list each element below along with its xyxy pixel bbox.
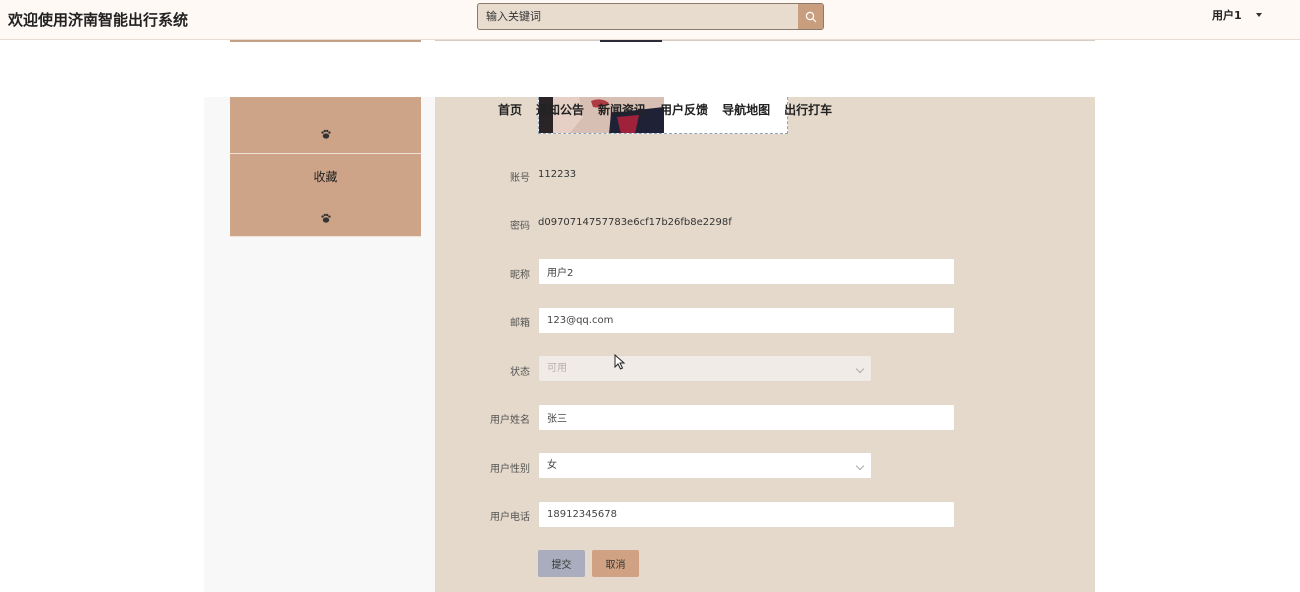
sidebar-item-profile[interactable] <box>230 97 421 154</box>
caret-down-icon <box>1255 13 1262 17</box>
sidebar-item-favorites[interactable]: 收藏 <box>230 154 421 237</box>
password-value: d0970714757783e6cf17b26fb8e2298f <box>538 217 732 228</box>
user-menu[interactable]: 用户1 <box>1212 7 1262 23</box>
chevron-down-icon <box>855 364 865 374</box>
phone-input[interactable] <box>538 501 955 528</box>
nav-list: 首页 通知公告 新闻资讯 用户反馈 导航地图 出行打车 <box>498 101 832 118</box>
phone-label: 用户电话 <box>490 512 530 523</box>
search-button[interactable] <box>798 4 823 29</box>
sidebar-item-label: 收藏 <box>313 170 338 184</box>
name-label: 用户姓名 <box>490 415 530 426</box>
password-label: 密码 <box>510 221 530 232</box>
scrolled-edge-right <box>435 40 1095 41</box>
status-label: 状态 <box>510 367 530 378</box>
scrolled-edge-left <box>230 40 421 42</box>
account-label: 账号 <box>510 173 530 184</box>
user-name: 用户1 <box>1212 9 1242 22</box>
email-label: 邮箱 <box>510 318 530 329</box>
scrolled-edge-image <box>600 40 662 42</box>
nav-item-map[interactable]: 导航地图 <box>722 101 770 118</box>
name-input[interactable] <box>538 404 955 431</box>
gender-label: 用户性别 <box>490 464 530 475</box>
paw-icon <box>321 213 331 223</box>
status-select: 可用 <box>538 355 872 382</box>
paw-icon <box>321 129 331 139</box>
chevron-down-icon <box>855 461 865 471</box>
search-icon <box>805 11 816 22</box>
mouse-cursor-icon <box>614 354 626 370</box>
top-bar: 欢迎使用济南智能出行系统 用户1 <box>0 0 1300 40</box>
nav-bar: 首页 通知公告 新闻资讯 用户反馈 导航地图 出行打车 <box>0 40 1300 117</box>
nav-item-notices[interactable]: 通知公告 <box>536 101 584 118</box>
gender-value: 女 <box>547 460 557 471</box>
site-title: 欢迎使用济南智能出行系统 <box>8 11 189 29</box>
search-input[interactable] <box>478 4 798 29</box>
gender-select[interactable]: 女 <box>538 452 872 479</box>
search-box <box>477 3 824 30</box>
submit-button[interactable]: 提交 <box>538 550 585 577</box>
sidebar: 收藏 <box>230 97 421 237</box>
nav-item-taxi[interactable]: 出行打车 <box>784 101 832 118</box>
status-value: 可用 <box>547 363 567 374</box>
nav-item-feedback[interactable]: 用户反馈 <box>660 101 708 118</box>
account-value: 112233 <box>538 169 577 180</box>
nickname-input[interactable] <box>538 258 955 285</box>
nav-item-news[interactable]: 新闻资讯 <box>598 101 646 118</box>
nickname-label: 昵称 <box>510 270 530 281</box>
email-input[interactable] <box>538 307 955 334</box>
nav-item-home[interactable]: 首页 <box>498 101 522 118</box>
cancel-button[interactable]: 取消 <box>592 550 639 577</box>
